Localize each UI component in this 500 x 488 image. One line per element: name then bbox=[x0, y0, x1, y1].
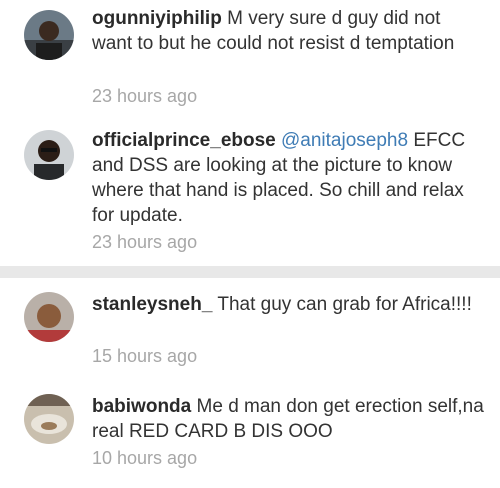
comment-username[interactable]: stanleysneh_ bbox=[92, 294, 212, 315]
comment-body: officialprince_ebose @anitajoseph8 EFCC … bbox=[92, 128, 484, 228]
comment-timestamp: 15 hours ago bbox=[92, 346, 198, 366]
comment-card: ogunniyiphilip M very sure d guy did not… bbox=[0, 0, 500, 266]
comment-username[interactable]: babiwonda bbox=[92, 396, 191, 417]
comment-card: stanleysneh_ That guy can grab for Afric… bbox=[0, 278, 500, 488]
comment-body: babiwonda Me d man don get erection self… bbox=[92, 394, 484, 444]
avatar[interactable] bbox=[24, 10, 74, 60]
comment-item: officialprince_ebose @anitajoseph8 EFCC … bbox=[0, 120, 500, 266]
comment-timestamp: 23 hours ago bbox=[92, 232, 198, 252]
comments-list: ogunniyiphilip M very sure d guy did not… bbox=[0, 0, 500, 488]
comment-username[interactable]: ogunniyiphilip bbox=[92, 8, 222, 29]
avatar[interactable] bbox=[24, 292, 74, 342]
avatar[interactable] bbox=[24, 394, 74, 444]
comment-timestamp: 23 hours ago bbox=[92, 86, 198, 106]
comment-timestamp: 10 hours ago bbox=[92, 448, 198, 468]
user-avatar-icon bbox=[24, 130, 74, 180]
user-avatar-icon bbox=[24, 394, 74, 444]
comment-item: stanleysneh_ That guy can grab for Afric… bbox=[0, 278, 500, 378]
comment-body: ogunniyiphilip M very sure d guy did not… bbox=[92, 6, 484, 56]
comment-text: That guy can grab for Africa!!!! bbox=[217, 294, 472, 315]
comment-mention-link[interactable]: @anitajoseph8 bbox=[281, 130, 408, 151]
user-avatar-icon bbox=[24, 292, 74, 342]
avatar[interactable] bbox=[24, 130, 74, 180]
comment-username[interactable]: officialprince_ebose bbox=[92, 130, 276, 151]
comment-item: ogunniyiphilip M very sure d guy did not… bbox=[0, 0, 500, 120]
comment-item: babiwonda Me d man don get erection self… bbox=[0, 378, 500, 488]
comment-body: stanleysneh_ That guy can grab for Afric… bbox=[92, 292, 484, 317]
user-avatar-icon bbox=[24, 10, 74, 60]
